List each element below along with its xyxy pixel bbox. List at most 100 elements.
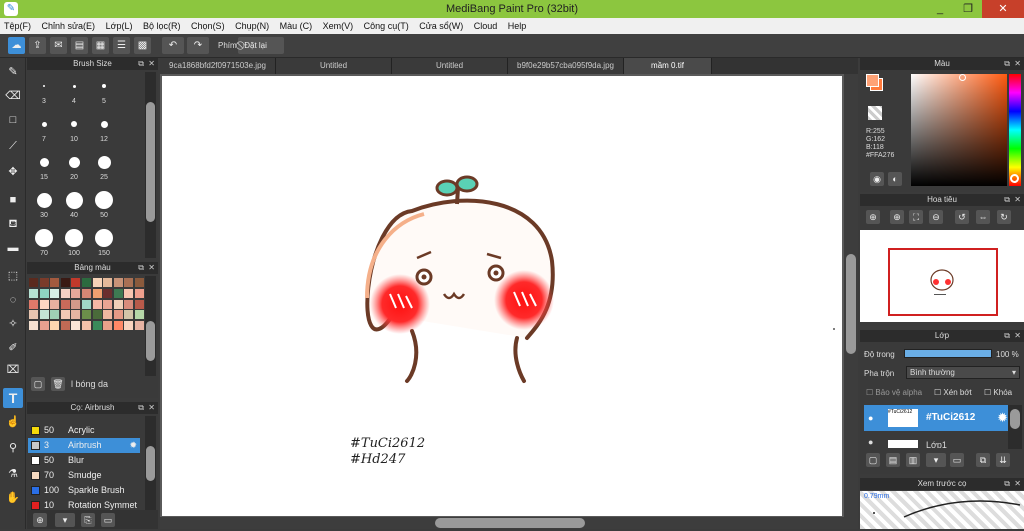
palette-swatch[interactable] xyxy=(135,310,144,320)
palette-swatch[interactable] xyxy=(60,278,70,287)
palette-swatch[interactable] xyxy=(82,299,91,309)
palette-swatch[interactable] xyxy=(82,321,91,331)
palette-swatch[interactable] xyxy=(39,288,49,298)
brush-list-item[interactable]: 100 Sparkle Brush xyxy=(28,483,140,498)
share-icon[interactable]: ⇪ xyxy=(29,37,46,54)
canvas-vertical-scrollbar[interactable] xyxy=(844,74,858,517)
brush-folder-icon[interactable]: ▭ xyxy=(101,513,115,527)
brush-size-option[interactable]: 150 xyxy=(89,224,119,260)
menu-color[interactable]: Màu (C) xyxy=(276,18,317,34)
palette-swatch[interactable] xyxy=(135,288,144,298)
palette-swatch[interactable] xyxy=(92,288,102,298)
brush-copy-icon[interactable]: ⎘ xyxy=(81,513,95,527)
palette-swatch[interactable] xyxy=(50,321,60,331)
palette-swatch[interactable] xyxy=(103,310,113,320)
palette-swatch[interactable] xyxy=(29,299,38,309)
tab-document[interactable]: Untitled xyxy=(392,58,508,74)
layer-row[interactable]: ● Lớp1 xyxy=(864,434,1022,448)
new-layer-icon[interactable]: ▢ xyxy=(866,453,880,467)
menu-cloud[interactable]: Cloud xyxy=(470,18,502,34)
palette-swatch[interactable] xyxy=(113,321,123,331)
comment-icon[interactable]: ✉ xyxy=(50,37,67,54)
palette-swatch[interactable] xyxy=(124,288,134,298)
brush-size-option[interactable]: 20 xyxy=(59,148,89,184)
zoom-in-icon[interactable]: ⊕ xyxy=(866,210,880,224)
eyedropper-icon[interactable]: ⚗ xyxy=(3,464,23,484)
palette-swatch[interactable] xyxy=(29,321,38,331)
transparent-color-swatch[interactable] xyxy=(868,106,882,120)
palette-swatch[interactable] xyxy=(124,310,134,320)
duplicate-layer-icon[interactable]: ⧉ xyxy=(976,453,990,467)
undock-icon[interactable]: ⧉ xyxy=(1004,330,1010,342)
close-panel-icon[interactable]: ✕ xyxy=(1014,58,1021,70)
palette-swatch[interactable] xyxy=(135,299,144,309)
merge-layer-icon[interactable]: ⇊ xyxy=(996,453,1010,467)
rotate-left-icon[interactable]: ↺ xyxy=(955,210,969,224)
protect-alpha-checkbox[interactable]: ☐ Bảo vệ alpha xyxy=(866,388,922,397)
palette-scrollbar[interactable] xyxy=(145,276,156,376)
palette-swatch[interactable] xyxy=(39,299,49,309)
palette-swatch[interactable] xyxy=(92,278,102,287)
palette-swatch[interactable] xyxy=(124,278,134,287)
brush-size-option[interactable]: 30 xyxy=(29,186,59,222)
layer-row-active[interactable]: ● #TuCi2612 #TuCi2612 ✹ xyxy=(864,405,1022,431)
tab-document[interactable]: b9f0e29b57cba095f9da.jpg xyxy=(508,58,624,74)
menu-snap[interactable]: Chụp(N) xyxy=(231,18,273,34)
flip-icon[interactable]: ⇔ xyxy=(976,210,990,224)
navigator-preview[interactable] xyxy=(860,230,1024,322)
palette-swatch[interactable] xyxy=(39,321,49,331)
canvas-vscroll-thumb[interactable] xyxy=(846,254,856,354)
palette-swatch[interactable] xyxy=(113,299,123,309)
tab-document[interactable]: 9ca1868bfd2f0971503e.jpg xyxy=(160,58,276,74)
bucket-tool-icon[interactable]: ⛾ xyxy=(3,214,23,234)
text-tool-icon[interactable]: T xyxy=(3,388,23,408)
palette-swatch[interactable] xyxy=(71,278,81,287)
move-tool-icon[interactable]: ✥ xyxy=(3,162,23,182)
menu-select[interactable]: Chọn(S) xyxy=(187,18,229,34)
layer-scroll-thumb[interactable] xyxy=(1010,409,1020,429)
brush-size-option[interactable]: 12 xyxy=(89,110,119,146)
eye-icon[interactable]: ● xyxy=(868,437,873,447)
color-mode-icon[interactable]: ◐ xyxy=(888,172,902,186)
brush-list-item[interactable]: 50 Acrylic xyxy=(28,423,140,438)
canvas-hscroll-thumb[interactable] xyxy=(435,518,585,528)
canvas-area[interactable]: #TuCi2612 #Hd247 xyxy=(160,74,858,517)
color-wheel-icon[interactable]: ◉ xyxy=(870,172,884,186)
menu-layer[interactable]: Lớp(L) xyxy=(102,18,137,34)
brush-list-item[interactable]: 3 Airbrush ✹ xyxy=(28,438,140,453)
palette-swatch[interactable] xyxy=(92,321,102,331)
menu-window[interactable]: Cửa sổ(W) xyxy=(415,18,467,34)
zoom-out-icon[interactable]: ⊖ xyxy=(929,210,943,224)
select-pen-icon[interactable]: ✐ xyxy=(3,338,23,358)
hue-cursor[interactable] xyxy=(1010,174,1019,183)
palette-swatch[interactable] xyxy=(60,299,70,309)
grid-icon[interactable]: ▩ xyxy=(134,37,151,54)
rotate-right-icon[interactable]: ↻ xyxy=(997,210,1011,224)
opacity-slider[interactable] xyxy=(904,349,992,358)
menu-filter[interactable]: Bộ lọc(R) xyxy=(139,18,185,34)
palette-swatch[interactable] xyxy=(82,288,91,298)
palette-swatch[interactable] xyxy=(82,278,91,287)
zoom-in-alt-icon[interactable]: ⊕ xyxy=(890,210,904,224)
brush-size-option[interactable]: 4 xyxy=(59,72,89,108)
palette-swatch[interactable] xyxy=(113,288,123,298)
brush-size-option[interactable]: 70 xyxy=(29,224,59,260)
palette-swatch[interactable] xyxy=(50,288,60,298)
hand-tool-icon[interactable]: ✋ xyxy=(3,488,23,508)
add-layer-menu-icon[interactable]: ▾ xyxy=(926,453,946,467)
minimize-button[interactable]: _ xyxy=(926,0,954,18)
restore-button[interactable]: ❐ xyxy=(954,0,982,18)
palette-swatch[interactable] xyxy=(135,321,144,331)
line-tool-icon[interactable]: ⟋ xyxy=(3,136,23,156)
fill-shape-tool-icon[interactable]: ■ xyxy=(3,190,23,210)
palette-swatch[interactable] xyxy=(103,299,113,309)
cloud-icon[interactable]: ☁ xyxy=(8,37,25,54)
select-rect-icon[interactable]: ⬚ xyxy=(3,266,23,286)
close-panel-icon[interactable]: ✕ xyxy=(1014,194,1021,206)
menu-help[interactable]: Help xyxy=(504,18,531,34)
rectangle-tool-icon[interactable]: □ xyxy=(3,110,23,130)
select-eraser-icon[interactable]: ⌧ xyxy=(3,360,23,380)
close-panel-icon[interactable]: ✕ xyxy=(1014,330,1021,342)
picker-cursor[interactable] xyxy=(959,74,966,81)
palette-swatch[interactable] xyxy=(29,310,38,320)
